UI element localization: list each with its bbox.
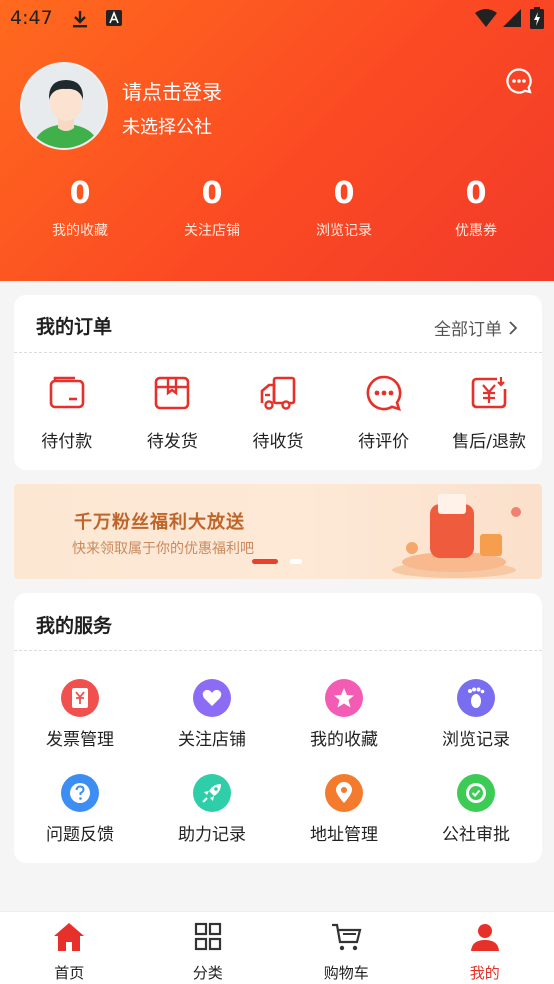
service-assist-record[interactable]: 助力记录: [146, 774, 278, 869]
divider: [14, 650, 542, 651]
signal-icon: [503, 9, 521, 27]
user-avatar-icon: [22, 64, 106, 148]
all-orders-link[interactable]: 全部订单: [434, 315, 518, 340]
app-notification-icon: [106, 10, 122, 26]
service-label: 浏览记录: [442, 730, 510, 750]
all-orders-label: 全部订单: [434, 320, 502, 340]
service-label: 发票管理: [46, 730, 114, 750]
order-label: 待发货: [146, 432, 198, 452]
stat-label: 关注店铺: [184, 223, 240, 239]
tab-cart[interactable]: 购物车: [277, 912, 416, 984]
battery-icon: [530, 7, 544, 29]
stat-value: 0: [201, 176, 223, 211]
stat-label: 优惠券: [455, 223, 497, 239]
services-card: 我的服务 发票管理 关注店铺 我的收藏 浏览记录 问题反馈 助力记录 地址管理 …: [14, 593, 542, 863]
tab-label: 分类: [192, 964, 223, 982]
bottom-tab-bar: 首页 分类 购物车 我的: [0, 911, 554, 984]
order-after-sales[interactable]: 售后/退款: [436, 375, 542, 452]
service-history[interactable]: 浏览记录: [410, 679, 542, 774]
stat-favorites[interactable]: 0 我的收藏: [14, 176, 146, 240]
tab-label: 首页: [54, 964, 85, 982]
orders-card: 我的订单 全部订单 待付款 待发货 待收货 待评价 售后/退款: [14, 295, 542, 470]
order-label: 待付款: [41, 432, 93, 452]
location-icon: [325, 774, 363, 812]
service-label: 公社审批: [442, 825, 510, 845]
stat-label: 我的收藏: [52, 223, 108, 239]
stat-value: 0: [333, 176, 355, 211]
package-icon: [155, 376, 190, 410]
chevron-right-icon: [509, 320, 518, 335]
footprint-icon: [457, 679, 495, 717]
tab-category[interactable]: 分类: [139, 912, 278, 984]
invoice-icon: [61, 679, 99, 717]
grid-icon: [194, 922, 221, 951]
carousel-dot-active[interactable]: [252, 559, 278, 564]
user-icon: [470, 924, 499, 951]
truck-icon: [260, 376, 296, 410]
promo-banner[interactable]: 千万粉丝福利大放送 快来领取属于你的优惠福利吧: [14, 484, 542, 579]
question-icon: [61, 774, 99, 812]
divider: [14, 352, 542, 353]
profile-header: 4:47 请点击登录 未选择公社 0 我的收藏 0 关注店铺 0 浏览记录 0 …: [0, 0, 554, 281]
order-pending-shipment[interactable]: 待发货: [120, 375, 226, 452]
order-status-row: 待付款 待发货 待收货 待评价 售后/退款: [14, 375, 542, 452]
order-pending-payment[interactable]: 待付款: [14, 375, 120, 452]
order-label: 待收货: [252, 432, 304, 452]
service-address[interactable]: 地址管理: [278, 774, 410, 869]
stat-coupons[interactable]: 0 优惠券: [410, 176, 542, 240]
wifi-icon: [475, 9, 497, 27]
stats-row: 0 我的收藏 0 关注店铺 0 浏览记录 0 优惠券: [0, 176, 554, 240]
home-icon: [54, 923, 85, 951]
stat-value: 0: [69, 176, 91, 211]
service-label: 我的收藏: [310, 730, 378, 750]
message-icon[interactable]: [505, 67, 533, 95]
service-feedback[interactable]: 问题反馈: [14, 774, 146, 869]
rocket-icon: [193, 774, 231, 812]
status-bar: 4:47: [0, 0, 554, 40]
stat-history[interactable]: 0 浏览记录: [278, 176, 410, 240]
status-time: 4:47: [10, 7, 53, 29]
tab-label: 我的: [469, 964, 500, 982]
service-label: 助力记录: [178, 825, 246, 845]
tab-mine[interactable]: 我的: [416, 912, 554, 984]
refund-icon: [471, 377, 507, 409]
service-label: 问题反馈: [46, 825, 114, 845]
order-label: 待评价: [358, 432, 410, 452]
gift-illustration-icon: [392, 494, 521, 578]
stat-followed-shops[interactable]: 0 关注店铺: [146, 176, 278, 240]
comment-icon: [366, 375, 401, 411]
stat-value: 0: [465, 176, 487, 211]
service-invoice[interactable]: 发票管理: [14, 679, 146, 774]
cart-icon: [332, 923, 362, 951]
commune-status[interactable]: 未选择公社: [122, 113, 212, 139]
services-title: 我的服务: [36, 615, 113, 637]
approve-icon: [457, 774, 495, 812]
star-icon: [325, 679, 363, 717]
service-commune-approval[interactable]: 公社审批: [410, 774, 542, 869]
services-grid: 发票管理 关注店铺 我的收藏 浏览记录 问题反馈 助力记录 地址管理 公社审批: [14, 679, 542, 869]
service-label: 地址管理: [310, 825, 378, 845]
order-pending-receipt[interactable]: 待收货: [225, 375, 331, 452]
wallet-icon: [49, 376, 85, 409]
tab-home[interactable]: 首页: [0, 912, 139, 984]
tab-label: 购物车: [323, 964, 369, 982]
banner-subtitle: 快来领取属于你的优惠福利吧: [72, 541, 254, 557]
service-label: 关注店铺: [178, 730, 246, 750]
service-favorites[interactable]: 我的收藏: [278, 679, 410, 774]
download-icon: [73, 11, 87, 28]
avatar[interactable]: [20, 62, 108, 150]
stat-label: 浏览记录: [316, 223, 372, 239]
order-label: 售后/退款: [452, 432, 527, 452]
heart-icon: [193, 679, 231, 717]
carousel-dot[interactable]: [290, 559, 302, 564]
banner-title: 千万粉丝福利大放送: [74, 512, 245, 533]
order-pending-review[interactable]: 待评价: [331, 375, 437, 452]
service-followed-shops[interactable]: 关注店铺: [146, 679, 278, 774]
orders-title: 我的订单: [36, 316, 113, 338]
login-prompt[interactable]: 请点击登录: [122, 76, 222, 105]
